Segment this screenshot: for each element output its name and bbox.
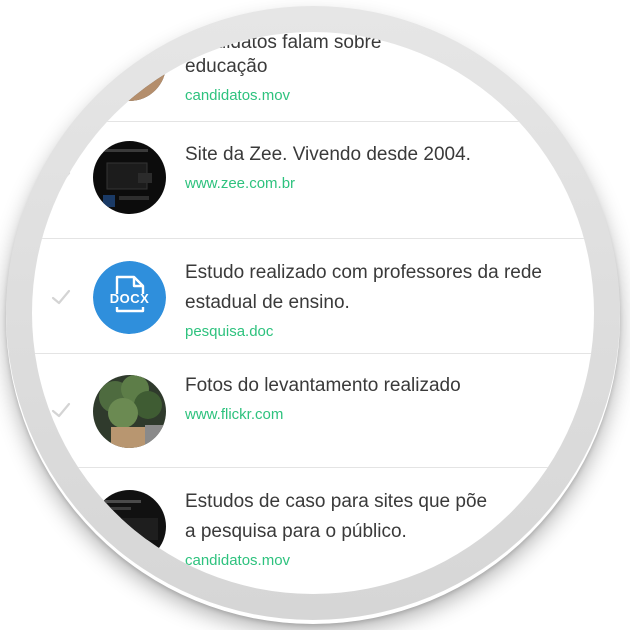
item-title-line2: educação	[185, 56, 268, 77]
list-item[interactable]: Site da Zee. Vivendo desde 2004. www.zee…	[32, 122, 594, 238]
item-link[interactable]: pesquisa.doc	[185, 322, 273, 342]
item-link[interactable]: www.zee.com.br	[185, 174, 295, 194]
item-link[interactable]: www.flickr.com	[185, 405, 283, 425]
item-link[interactable]: candidatos.mov	[185, 86, 290, 106]
magnifier-lens: candidatos falam sobre educação candidat…	[32, 32, 594, 594]
item-title-line2: a pesquisa para o público.	[185, 521, 407, 542]
item-link[interactable]: candidatos.mov	[185, 551, 290, 571]
check-icon[interactable]	[50, 168, 72, 190]
check-icon[interactable]	[50, 286, 72, 308]
list-item[interactable]: candidatos falam sobre educação candidat…	[32, 32, 594, 121]
item-title: Estudos de caso para sites que põe	[185, 491, 488, 512]
docx-file-icon: DOCX	[93, 261, 166, 334]
attachment-list: candidatos falam sobre educação candidat…	[32, 32, 594, 594]
plant-photo-thumbnail	[93, 375, 166, 448]
website-screenshot-thumbnail	[93, 141, 166, 214]
item-title: Site da Zee. Vivendo desde 2004.	[185, 144, 471, 165]
item-title: Estudo realizado com professores da rede	[185, 262, 542, 283]
website-screenshot-thumbnail	[93, 490, 166, 563]
video-photo-thumbnail	[93, 32, 166, 101]
list-item[interactable]: Estudos de caso para sites que põe a pes…	[32, 468, 594, 594]
drag-handle-icon[interactable]	[32, 279, 34, 315]
check-icon[interactable]	[50, 399, 72, 421]
list-item[interactable]: DOCX Estudo realizado com professores da…	[32, 239, 594, 353]
list-item[interactable]: Fotos do levantamento realizado www.flic…	[32, 354, 594, 467]
item-title-line2: estadual de ensino.	[185, 292, 350, 313]
item-title: Fotos do levantamento realizado	[185, 375, 461, 396]
docx-label: DOCX	[109, 291, 150, 306]
